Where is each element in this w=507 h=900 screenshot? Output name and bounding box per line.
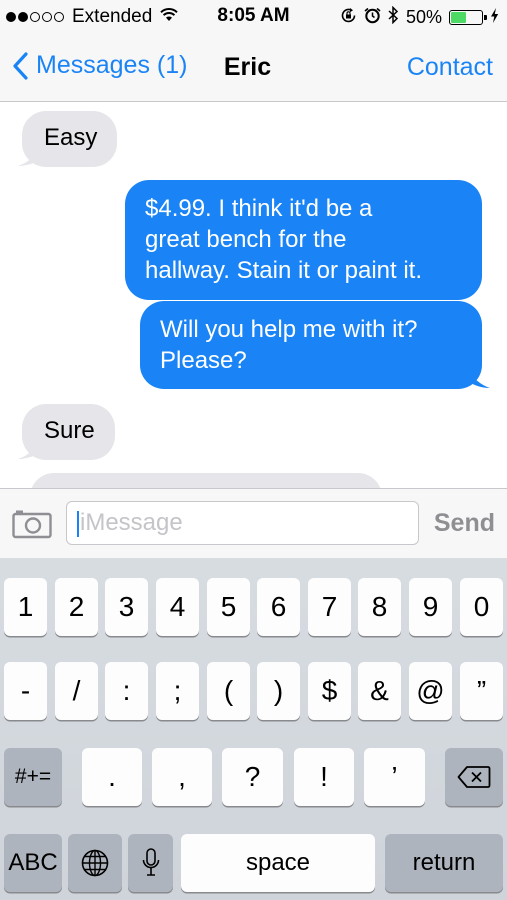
key-4[interactable]: 4 xyxy=(156,578,199,636)
backspace-icon xyxy=(457,766,491,788)
imessage-input[interactable] xyxy=(80,502,410,544)
message-bubble-incoming[interactable]: Sure xyxy=(22,404,115,460)
key-5[interactable]: 5 xyxy=(207,578,250,636)
charging-bolt-icon xyxy=(490,7,499,28)
bluetooth-icon xyxy=(388,5,399,29)
text-cursor xyxy=(77,511,79,537)
contact-name: Eric xyxy=(223,53,272,81)
message-line: great bench for the xyxy=(145,226,347,253)
message-line: $4.99. I think it'd be a xyxy=(145,195,373,222)
chevron-left-icon xyxy=(13,51,28,80)
message-bubble-incoming[interactable]: Easy xyxy=(22,111,118,167)
microphone-icon xyxy=(142,848,159,876)
key-globe[interactable] xyxy=(68,834,122,892)
key-period[interactable]: . xyxy=(82,748,142,806)
key-more-symbols[interactable]: #+= xyxy=(4,748,62,806)
key-dictation[interactable] xyxy=(128,834,173,892)
message-line: Please? xyxy=(160,347,247,374)
key-return[interactable]: return xyxy=(385,834,503,892)
key-hyphen[interactable]: - xyxy=(4,662,47,720)
key-8[interactable]: 8 xyxy=(358,578,401,636)
message-bubble-incoming-partial[interactable] xyxy=(30,473,382,488)
message-line: Will you help me with it? xyxy=(160,316,418,343)
keyboard: 1 2 3 4 5 6 7 8 9 0 - / : ; ( ) $ & @ ” … xyxy=(0,558,507,900)
key-3[interactable]: 3 xyxy=(105,578,148,636)
message-input-bar: Send xyxy=(0,488,507,558)
key-6[interactable]: 6 xyxy=(257,578,300,636)
key-ampersand[interactable]: & xyxy=(358,662,401,720)
imessage-field[interactable] xyxy=(66,501,419,545)
status-right: 50% xyxy=(333,5,499,29)
battery-icon xyxy=(449,10,487,25)
contact-button[interactable]: Contact xyxy=(407,53,493,82)
send-button[interactable]: Send xyxy=(434,509,495,538)
header: Extended 8:05 AM 50% Messages (1) Eric C… xyxy=(0,0,507,102)
message-thread[interactable]: Easy $4.99. I think it'd be a great benc… xyxy=(0,101,507,488)
message-bubble-outgoing[interactable]: $4.99. I think it'd be a great bench for… xyxy=(125,180,482,300)
key-abc[interactable]: ABC xyxy=(4,834,62,892)
key-apostrophe[interactable]: ’ xyxy=(364,748,425,806)
battery-level-fill xyxy=(451,12,466,23)
key-space[interactable]: space xyxy=(181,834,375,892)
key-colon[interactable]: : xyxy=(105,662,148,720)
key-7[interactable]: 7 xyxy=(308,578,351,636)
key-quote[interactable]: ” xyxy=(460,662,503,720)
key-dollar[interactable]: $ xyxy=(308,662,351,720)
message-line: hallway. Stain it or paint it. xyxy=(145,257,423,284)
key-at[interactable]: @ xyxy=(409,662,452,720)
key-delete[interactable] xyxy=(445,748,503,806)
message-bubble-outgoing[interactable]: Will you help me with it? Please? xyxy=(140,301,482,389)
key-open-paren[interactable]: ( xyxy=(207,662,250,720)
battery-percent: 50% xyxy=(405,7,442,27)
status-bar: Extended 8:05 AM 50% xyxy=(0,0,507,34)
globe-icon xyxy=(81,849,109,877)
key-close-paren[interactable]: ) xyxy=(257,662,300,720)
key-0[interactable]: 0 xyxy=(460,578,503,636)
key-question[interactable]: ? xyxy=(222,748,283,806)
key-comma[interactable]: , xyxy=(152,748,212,806)
navigation-bar: Messages (1) Eric Contact xyxy=(0,34,507,100)
alarm-icon xyxy=(364,7,381,29)
back-button-label: Messages (1) xyxy=(36,51,188,79)
key-slash[interactable]: / xyxy=(55,662,98,720)
rotation-lock-icon xyxy=(340,7,357,29)
camera-button[interactable] xyxy=(12,507,52,544)
key-1[interactable]: 1 xyxy=(4,578,47,636)
key-9[interactable]: 9 xyxy=(409,578,452,636)
key-semicolon[interactable]: ; xyxy=(156,662,199,720)
key-2[interactable]: 2 xyxy=(55,578,98,636)
key-exclamation[interactable]: ! xyxy=(294,748,354,806)
back-button[interactable]: Messages (1) xyxy=(12,51,187,80)
camera-icon xyxy=(12,510,52,539)
